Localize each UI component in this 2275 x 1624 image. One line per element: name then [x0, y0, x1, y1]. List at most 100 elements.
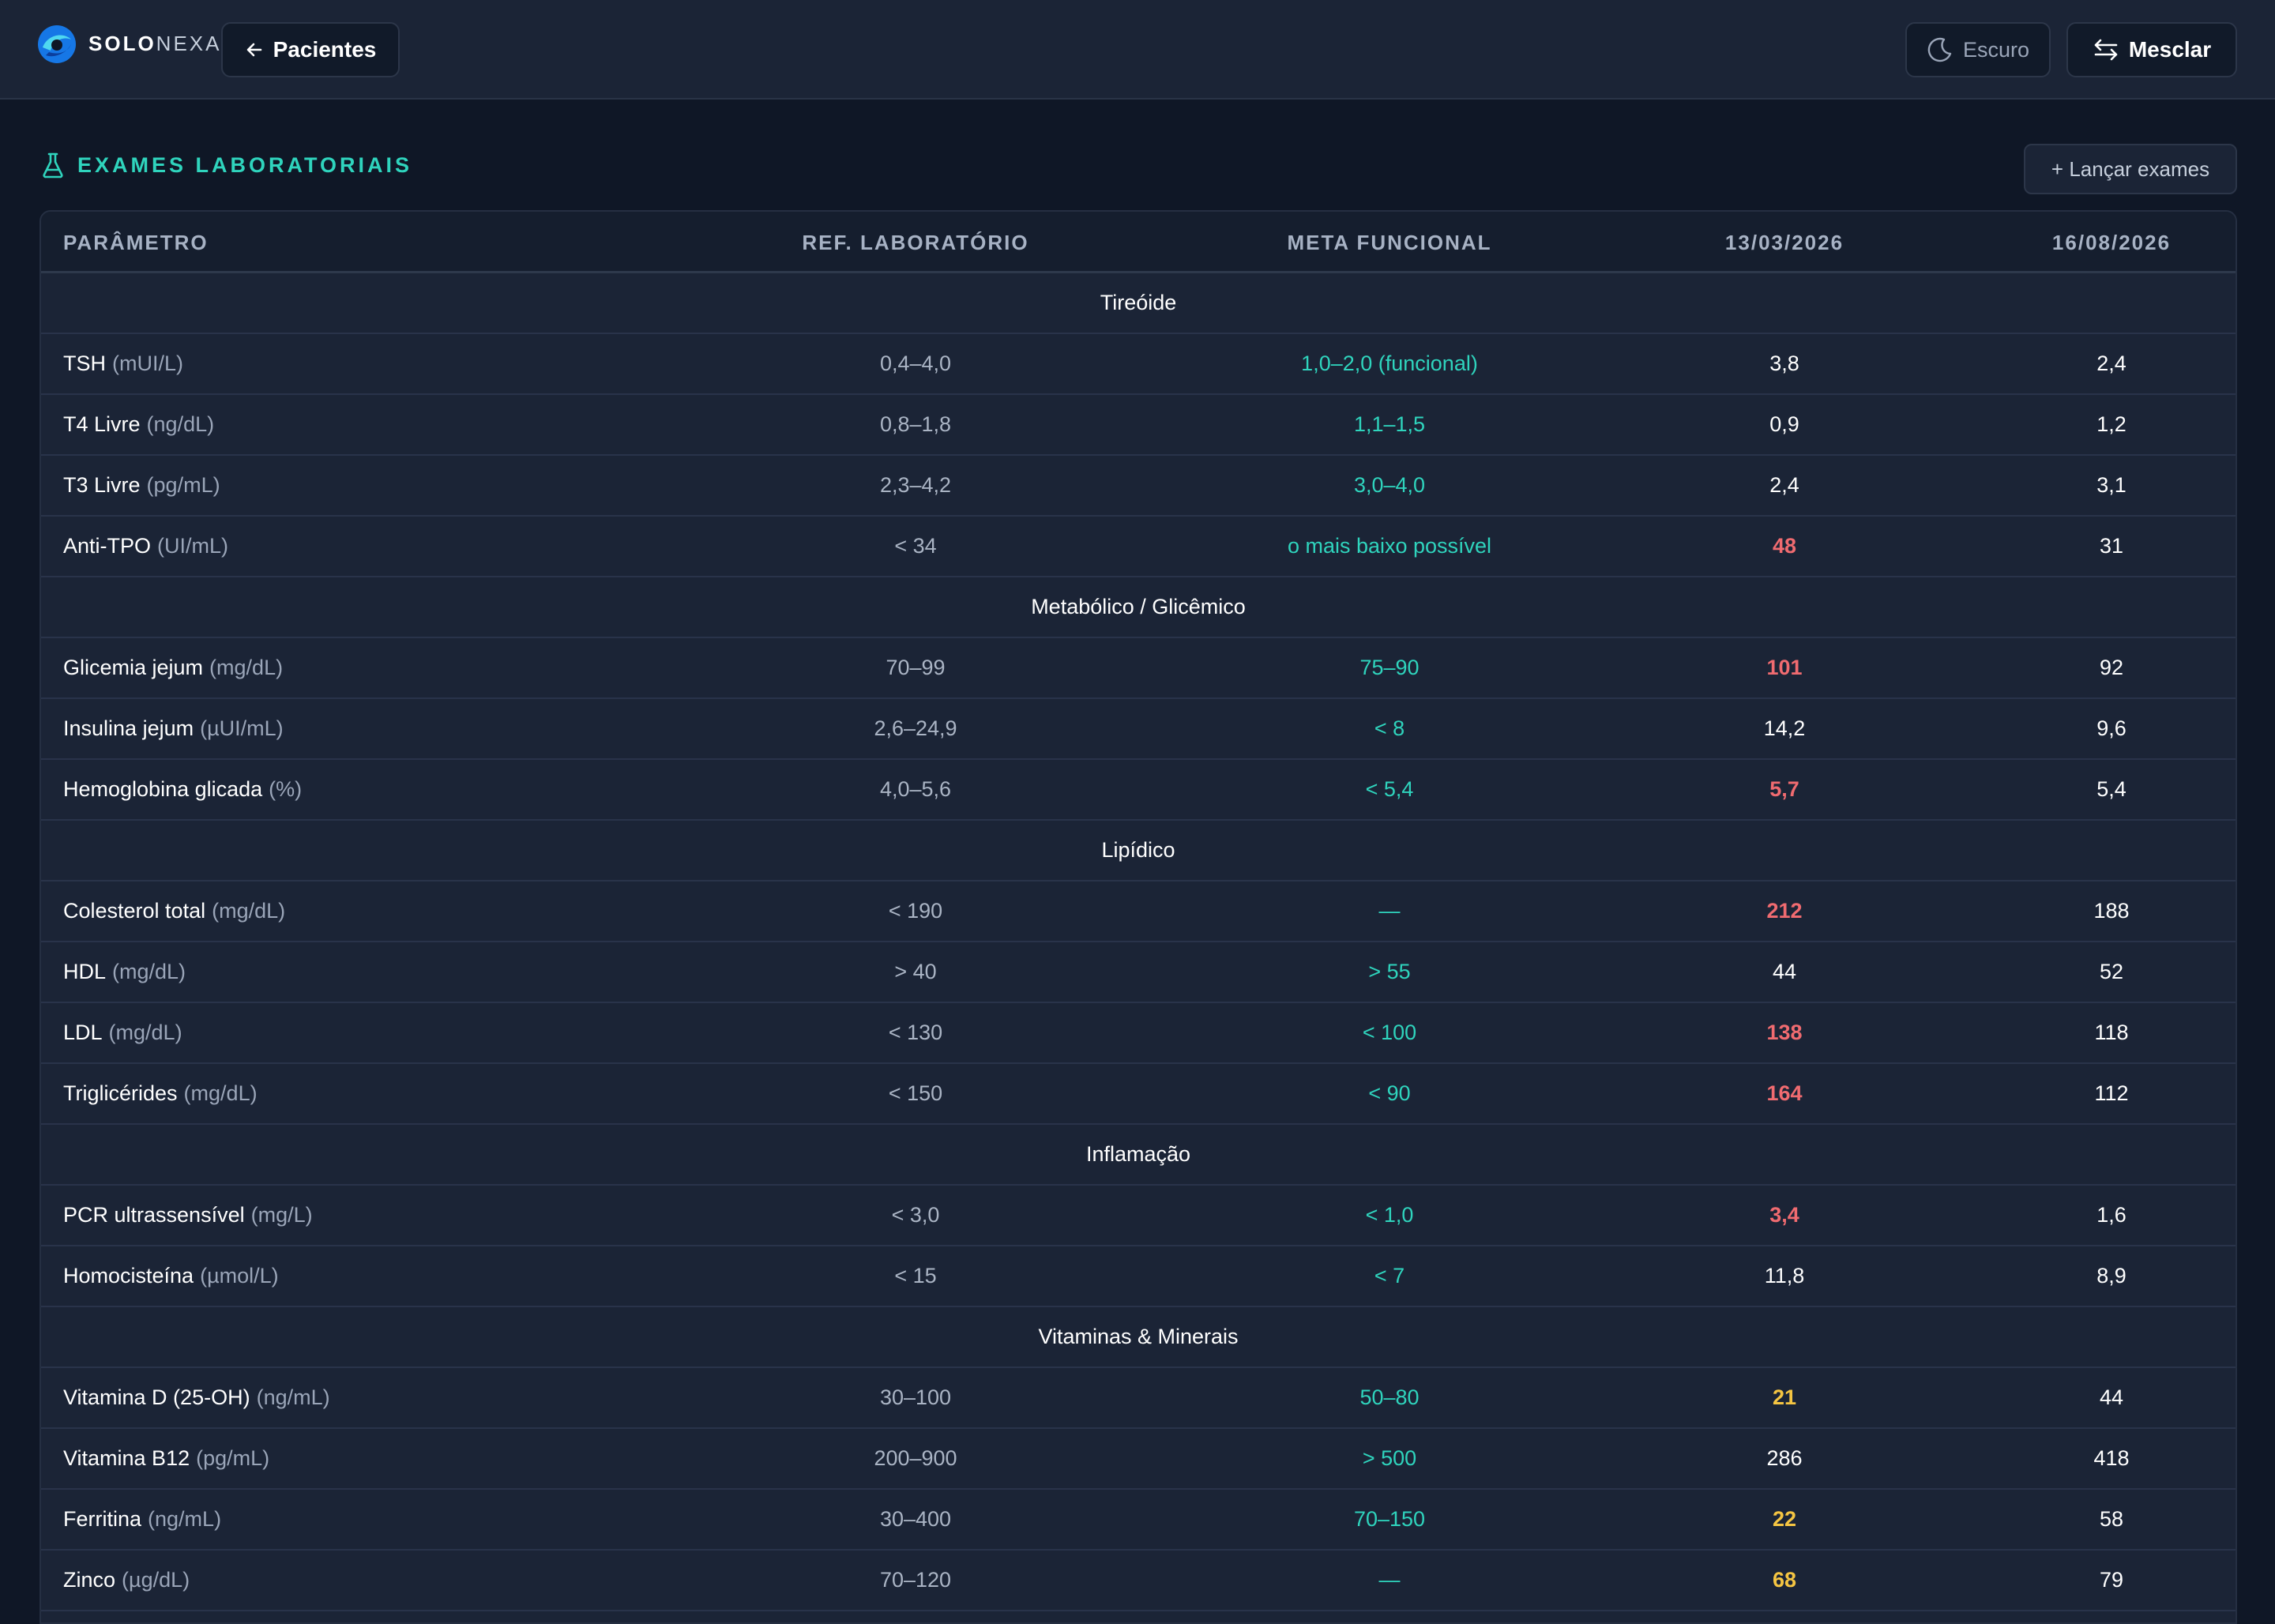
date-2-value-cell: 118 [2094, 1021, 2129, 1044]
date-2-value-cell: 188 [2093, 899, 2130, 923]
parameter-cell: Vitamina B12 (pg/mL) [63, 1429, 269, 1488]
table-row: T3 Livre (pg/mL) 2,3–4,2 3,0–4,0 2,4 3,1 [41, 456, 2236, 517]
parameter-cell: Vitamina D (25-OH) (ng/mL) [63, 1368, 330, 1427]
lab-reference-cell: 0,4–4,0 [879, 351, 952, 375]
parameter-cell: T3 Livre (pg/mL) [63, 456, 220, 515]
table-group-row: Lipídico [41, 821, 2236, 882]
lab-reference-cell: < 34 [894, 534, 937, 558]
functional-target-cell: < 8 [1374, 716, 1405, 740]
table-row: Vitamina B12 (pg/mL) 200–900 > 500 286 418 [41, 1429, 2236, 1490]
parameter-unit: (mg/dL) [112, 960, 186, 983]
parameter-cell: Insulina jejum (µUI/mL) [63, 699, 284, 758]
logo-icon [38, 25, 76, 63]
functional-target-cell: 50–80 [1359, 1385, 1420, 1409]
parameter-cell: Anti-TPO (UI/mL) [63, 517, 228, 576]
brand-name: SOLONEXA [88, 32, 221, 56]
parameter-unit: (µg/dL) [122, 1568, 190, 1592]
parameter-name: Colesterol total [63, 899, 206, 923]
lab-reference-cell: 200–900 [874, 1446, 957, 1470]
parameter-name: Zinco [63, 1568, 116, 1592]
merge-button[interactable]: Mesclar [2066, 22, 2237, 77]
table-row: Insulina jejum (µUI/mL) 2,6–24,9 < 8 14,2 9,6 [41, 699, 2236, 760]
group-label: Lipídico [1101, 838, 1175, 862]
parameter-name: PCR ultrassensível [63, 1203, 245, 1227]
back-to-patients-button[interactable]: Pacientes [221, 22, 400, 77]
column-header-lab-reference: REF. LABORATÓRIO [802, 230, 1029, 254]
parameter-name: HDL [63, 960, 107, 983]
functional-target-cell: 70–150 [1353, 1507, 1426, 1531]
parameter-cell: Triglicérides (mg/dL) [63, 1064, 258, 1123]
lab-reference-cell: 4,0–5,6 [879, 777, 952, 801]
parameter-unit: (ng/mL) [256, 1385, 330, 1409]
parameter-cell: T4 Livre (ng/dL) [63, 395, 214, 454]
functional-target-cell: < 100 [1362, 1021, 1417, 1044]
parameter-cell: Zinco (µg/dL) [63, 1551, 190, 1610]
lab-reference-cell: 30–400 [879, 1507, 952, 1531]
date-2-value-cell: 1,6 [2096, 1203, 2126, 1227]
table-row: Ferritina (ng/mL) 30–400 70–150 22 58 [41, 1490, 2236, 1551]
date-2-value-cell: 112 [2094, 1081, 2129, 1105]
parameter-name: Vitamina D (25-OH) [63, 1385, 250, 1409]
parameter-cell: Homocisteína (µmol/L) [63, 1246, 279, 1306]
parameter-unit: (pg/mL) [196, 1446, 270, 1470]
functional-target-cell: 1,1–1,5 [1353, 412, 1426, 436]
lab-reference-cell: > 40 [894, 960, 937, 983]
brand-bold: SOLO [88, 32, 156, 55]
parameter-name: TSH [63, 351, 106, 375]
functional-target-cell: 1,0–2,0 (funcional) [1301, 351, 1478, 375]
parameter-unit: (mg/dL) [108, 1021, 182, 1044]
flask-icon [43, 152, 63, 179]
section-title: EXAMES LABORATORIAIS [41, 152, 412, 179]
functional-target-cell: — [1378, 1568, 1401, 1592]
column-header-functional-target: META FUNCIONAL [1287, 230, 1492, 254]
table-row: Colesterol total (mg/dL) < 190—212 188 [41, 882, 2236, 942]
parameter-cell: Hemoglobina glicada (%) [63, 760, 302, 819]
parameter-unit: (UI/mL) [157, 534, 229, 558]
parameter-name: Vitamina B12 [63, 1446, 190, 1470]
parameter-cell: PCR ultrassensível (mg/L) [63, 1186, 313, 1245]
parameter-cell: Glicemia jejum (mg/dL) [63, 638, 283, 697]
lab-reference-cell: < 190 [888, 899, 943, 923]
date-2-value-cell: 418 [2093, 1446, 2130, 1470]
parameter-name: T4 Livre [63, 412, 141, 436]
top-bar: SOLONEXA Pacientes Escuro Mesclar [0, 0, 2275, 100]
parameter-unit: (mg/dL) [183, 1081, 258, 1105]
parameter-cell: Ferritina (ng/mL) [63, 1490, 221, 1549]
lab-reference-cell: 70–120 [879, 1568, 952, 1592]
table-row: T4 Livre (ng/dL) 0,8–1,8 1,1–1,5 0,9 1,2 [41, 395, 2236, 456]
lab-reference-cell: 30–100 [879, 1385, 952, 1409]
parameter-unit: (µmol/L) [200, 1264, 279, 1288]
table-row: LDL (mg/dL) < 130 < 100 138 118 [41, 1003, 2236, 1064]
group-label: Metabólico / Glicêmico [1031, 595, 1246, 618]
parameter-unit: (µUI/mL) [200, 716, 284, 740]
brand-light: NEXA [156, 32, 222, 55]
table-row: HDL (mg/dL) > 40 > 55 44 52 [41, 942, 2236, 1003]
table-row: PCR ultrassensível (mg/L) < 3,0 < 1,0 3,4 1,6 [41, 1186, 2236, 1246]
table-row: Zinco (µg/dL) 70–120—68 79 [41, 1551, 2236, 1611]
functional-target-cell: > 500 [1362, 1446, 1417, 1470]
parameter-unit: (pg/mL) [146, 473, 220, 497]
column-header-date-2: 16/08/2026 [2051, 230, 2172, 254]
section-title-text: EXAMES LABORATORIAIS [77, 152, 413, 177]
parameter-name: Anti-TPO [63, 534, 152, 558]
date-2-value-cell: 92 [2099, 656, 2124, 679]
lab-reference-cell: 2,6–24,9 [874, 716, 957, 740]
lab-reference-cell: 2,3–4,2 [879, 473, 952, 497]
theme-toggle-button[interactable]: Escuro [1905, 22, 2051, 77]
launch-exams-button[interactable]: + Lançar exames [2024, 144, 2237, 194]
parameter-cell: TSH (mUI/L) [63, 334, 183, 393]
table-row: Hemoglobina glicada (%) 4,0–5,6 < 5,4 5,7 5,4 [41, 760, 2236, 821]
lab-reference-cell: < 130 [888, 1021, 943, 1044]
table-group-row: Vitaminas & Minerais [41, 1307, 2236, 1368]
parameter-unit: (mg/dL) [212, 899, 286, 923]
table-row: Anti-TPO (UI/mL) < 34 o mais baixo possível… [41, 517, 2236, 577]
parameter-cell: LDL (mg/dL) [63, 1003, 182, 1062]
parameter-name: Ferritina [63, 1507, 142, 1531]
parameter-name: Triglicérides [63, 1081, 178, 1105]
functional-target-cell: < 5,4 [1365, 777, 1414, 801]
parameter-cell: HDL (mg/dL) [63, 942, 186, 1002]
table-body: Tireóide TSH (mUI/L) 0,4–4,0 1,0–2,0 (funcio… [41, 273, 2236, 1611]
parameter-unit: (mg/dL) [209, 656, 284, 679]
functional-target-cell: 75–90 [1359, 656, 1420, 679]
lab-exams-table: PARÂMETRO REF. LABORATÓRIO META FUNCIONA… [39, 210, 2237, 1624]
